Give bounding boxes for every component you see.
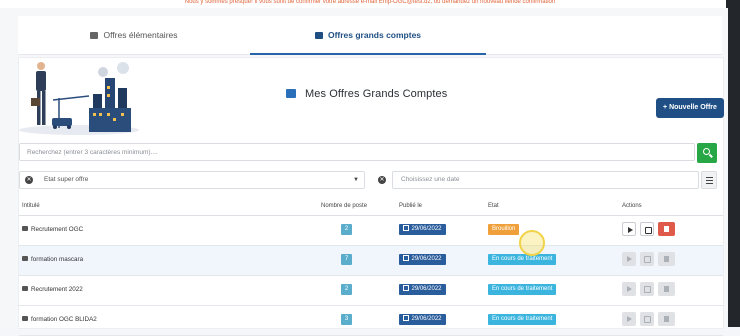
tab-label: Offres élémentaires: [103, 30, 178, 40]
page-title: Mes Offres Grands Comptes: [286, 88, 447, 100]
publish-date-badge: 29/06/2022: [399, 314, 446, 325]
new-offer-button[interactable]: + Nouvelle Offre: [656, 98, 724, 118]
briefcase-icon: [22, 316, 28, 321]
offer-name: Recrutement OGC: [22, 226, 83, 233]
edit-icon: [644, 286, 651, 293]
delete-button[interactable]: [658, 252, 675, 266]
delete-button[interactable]: [658, 312, 675, 326]
calendar-icon: [403, 225, 410, 231]
send-button[interactable]: [622, 252, 636, 266]
search-input[interactable]: Recherchez (entrer 3 caractères minimum)…: [19, 143, 695, 161]
offer-name: formation mascara: [22, 256, 83, 263]
calendar-icon: [403, 315, 410, 321]
offer-name: formation OGC BLIDA2: [22, 316, 97, 323]
trash-icon: [664, 286, 669, 292]
tab-offres-elementaires[interactable]: Offres élémentaires: [18, 16, 250, 54]
delete-button[interactable]: [658, 222, 675, 236]
edit-icon: [645, 227, 652, 234]
status-badge: En cours de traitement: [488, 314, 557, 325]
status-badge: En cours de traitement: [488, 254, 557, 265]
publish-date-badge: 29/06/2022: [399, 224, 446, 235]
briefcase-icon: [22, 256, 28, 261]
publish-date-badge: 29/06/2022: [399, 284, 446, 295]
browser-scrollbar[interactable]: [726, 0, 740, 327]
send-button[interactable]: [622, 282, 636, 296]
chevron-down-icon: ▼: [353, 177, 359, 183]
edit-icon: [644, 316, 651, 323]
table-row[interactable]: Recrutement OGC 2 29/06/2022 Brouillon: [19, 216, 723, 246]
clear-icon[interactable]: ✕: [25, 176, 33, 184]
edit-button[interactable]: [640, 252, 654, 266]
city-illustration: [19, 58, 142, 138]
post-count-badge: 2: [341, 284, 352, 295]
send-icon: [627, 256, 632, 262]
calendar-icon: [403, 255, 410, 261]
send-button[interactable]: [622, 312, 636, 326]
publish-date-badge: 29/06/2022: [399, 254, 446, 265]
edit-icon: [644, 256, 651, 263]
post-count-badge: 7: [341, 254, 352, 265]
state-filter-select[interactable]: ✕ Etat super offre ▼: [19, 171, 365, 189]
send-button[interactable]: [622, 222, 636, 236]
tab-label: Offres grands comptes: [327, 30, 422, 40]
header-publie-le: Publié le: [399, 203, 423, 209]
edit-button[interactable]: [640, 282, 654, 296]
header-etat: Etat: [488, 203, 499, 209]
send-icon: [627, 286, 632, 292]
search-button[interactable]: [697, 143, 717, 163]
status-badge: En cours de traitement: [488, 284, 557, 295]
trash-icon: [664, 256, 669, 262]
tabs-bar: Offres élémentaires Offres grands compte…: [18, 16, 722, 55]
table-row[interactable]: Recrutement 2022 2 29/06/2022 En cours d…: [19, 276, 723, 306]
calendar-icon: [403, 285, 410, 291]
status-badge: Brouillon: [488, 224, 520, 235]
table-row[interactable]: formation OGC BLIDA2 3 29/06/2022 En cou…: [19, 306, 723, 336]
post-count-badge: 2: [341, 224, 352, 235]
offers-card: Mes Offres Grands Comptes + Nouvelle Off…: [18, 57, 724, 336]
send-icon: [628, 227, 633, 233]
briefcase-icon: [314, 32, 323, 39]
confirmation-banner: Nous y sommes presque! Il vous suffit de…: [0, 0, 740, 8]
briefcase-icon: [90, 32, 99, 39]
clear-icon[interactable]: ✕: [378, 176, 386, 184]
edit-button[interactable]: [640, 312, 654, 326]
delete-button[interactable]: [658, 282, 675, 296]
header-intitule: Intitulé: [22, 203, 40, 209]
calendar-button[interactable]: [701, 171, 717, 189]
offer-name: Recrutement 2022: [22, 286, 83, 293]
briefcase-icon: [22, 286, 28, 291]
page: Offres élémentaires Offres grands compte…: [0, 8, 728, 336]
edit-button[interactable]: [640, 222, 654, 236]
briefcase-icon: [22, 226, 28, 231]
tab-offres-grands-comptes[interactable]: Offres grands comptes: [250, 16, 486, 55]
header-nombre-de-poste: Nombre de poste: [321, 203, 368, 209]
state-filter-value: Etat super offre: [44, 176, 89, 183]
page-title-text: Mes Offres Grands Comptes: [305, 88, 448, 100]
post-count-badge: 3: [341, 314, 352, 325]
header-actions: Actions: [622, 203, 642, 209]
date-filter-placeholder: Choisissez une date: [401, 176, 460, 183]
briefcase-icon: [286, 89, 296, 98]
send-icon: [627, 316, 632, 322]
date-filter-input[interactable]: ✕ Choisissez une date: [378, 171, 699, 189]
table-row[interactable]: formation mascara 7 29/06/2022 En cours …: [19, 246, 723, 276]
trash-icon: [664, 316, 669, 322]
trash-icon: [664, 226, 669, 232]
